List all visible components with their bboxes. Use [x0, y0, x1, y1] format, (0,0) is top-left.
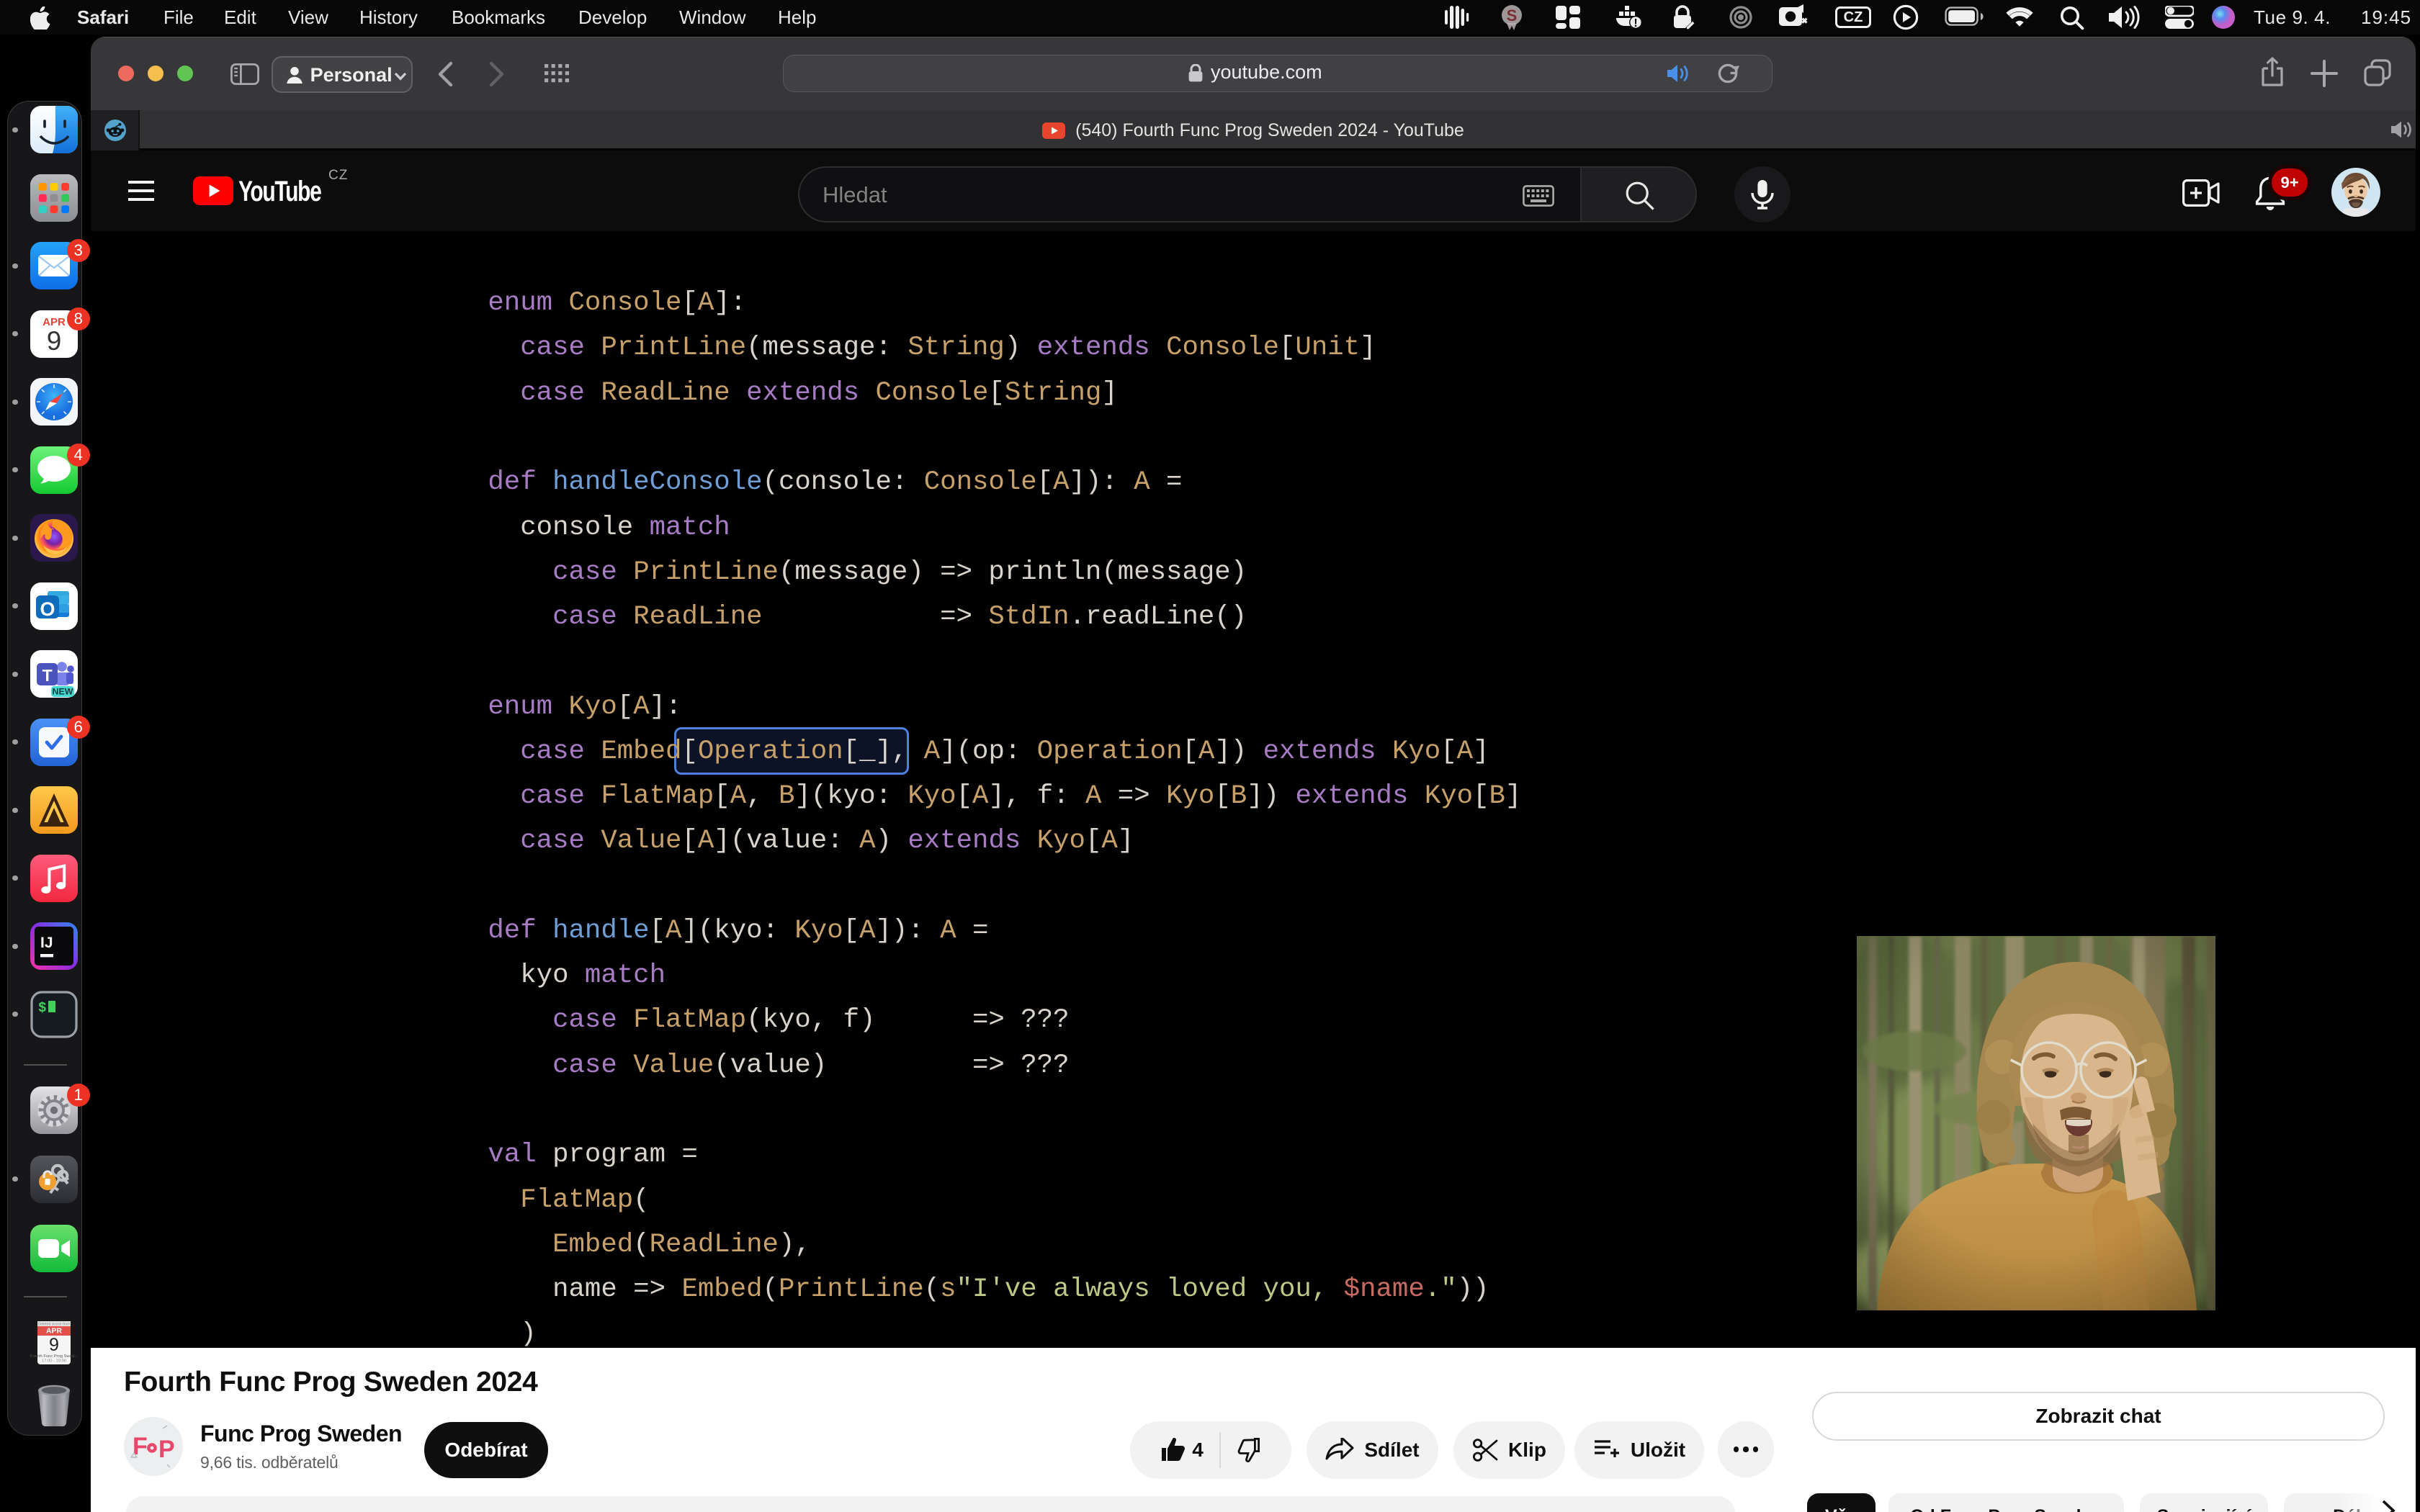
- svg-text:APR: APR: [46, 1327, 62, 1335]
- svg-text:$: $: [38, 1000, 46, 1016]
- svg-text:Deleted scene from: Deleted scene from: [38, 1322, 71, 1326]
- svg-text:O: O: [40, 598, 55, 620]
- svg-text:!: !: [1634, 17, 1637, 30]
- svg-text:17:00 - 19:00: 17:00 - 19:00: [42, 1359, 66, 1363]
- svg-text:F: F: [133, 1433, 148, 1460]
- svg-text:NEW: NEW: [53, 687, 73, 697]
- svg-text:S: S: [1507, 6, 1518, 24]
- svg-text:T: T: [42, 666, 53, 685]
- svg-text:9: 9: [47, 326, 62, 356]
- svg-text:P: P: [158, 1436, 175, 1463]
- svg-text:IJ: IJ: [40, 935, 53, 951]
- svg-text:9: 9: [49, 1335, 59, 1355]
- svg-text:Fourth Func Prog Swed...: Fourth Func Prog Swed...: [30, 1354, 78, 1359]
